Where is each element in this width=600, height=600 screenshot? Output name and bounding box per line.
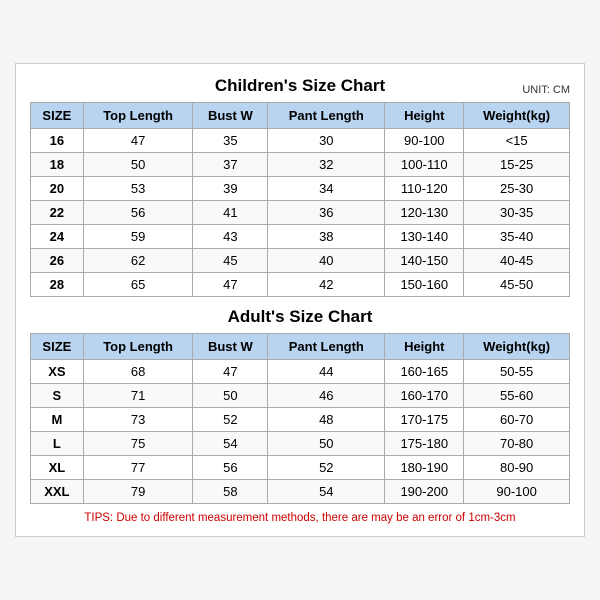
table-row: 1647353090-100<15 <box>31 129 570 153</box>
tips-text: TIPS: Due to different measurement metho… <box>30 512 570 524</box>
children-col-height: Height <box>385 103 464 129</box>
adults-col-weight: Weight(kg) <box>464 334 570 360</box>
table-row: XXL795854190-20090-100 <box>31 480 570 504</box>
table-row: 22564136120-13030-35 <box>31 201 570 225</box>
children-col-top-length: Top Length <box>83 103 193 129</box>
size-chart-container: Children's Size Chart UNIT: CM SIZE Top … <box>15 63 585 537</box>
table-row: L755450175-18070-80 <box>31 432 570 456</box>
children-col-weight: Weight(kg) <box>464 103 570 129</box>
children-table: SIZE Top Length Bust W Pant Length Heigh… <box>30 102 570 297</box>
adults-col-top-length: Top Length <box>83 334 193 360</box>
table-row: 20533934110-12025-30 <box>31 177 570 201</box>
adults-header-row: SIZE Top Length Bust W Pant Length Heigh… <box>31 334 570 360</box>
adults-table: SIZE Top Length Bust W Pant Length Heigh… <box>30 333 570 504</box>
adults-section: Adult's Size Chart SIZE Top Length Bust … <box>30 307 570 504</box>
table-row: S715046160-17055-60 <box>31 384 570 408</box>
table-row: 26624540140-15040-45 <box>31 249 570 273</box>
children-title-row: Children's Size Chart UNIT: CM <box>30 76 570 96</box>
unit-label: UNIT: CM <box>522 84 570 96</box>
table-row: XL775652180-19080-90 <box>31 456 570 480</box>
table-row: XS684744160-16550-55 <box>31 360 570 384</box>
table-row: 28654742150-16045-50 <box>31 273 570 297</box>
children-col-bust-w: Bust W <box>193 103 268 129</box>
adults-title-row: Adult's Size Chart <box>30 307 570 327</box>
children-col-size: SIZE <box>31 103 84 129</box>
adults-col-bust-w: Bust W <box>193 334 268 360</box>
table-row: 18503732100-11015-25 <box>31 153 570 177</box>
adults-title: Adult's Size Chart <box>228 307 373 327</box>
children-title: Children's Size Chart <box>215 76 385 96</box>
adults-col-pant-length: Pant Length <box>268 334 385 360</box>
adults-col-size: SIZE <box>31 334 84 360</box>
children-col-pant-length: Pant Length <box>268 103 385 129</box>
children-header-row: SIZE Top Length Bust W Pant Length Heigh… <box>31 103 570 129</box>
table-row: M735248170-17560-70 <box>31 408 570 432</box>
table-row: 24594338130-14035-40 <box>31 225 570 249</box>
adults-col-height: Height <box>385 334 464 360</box>
